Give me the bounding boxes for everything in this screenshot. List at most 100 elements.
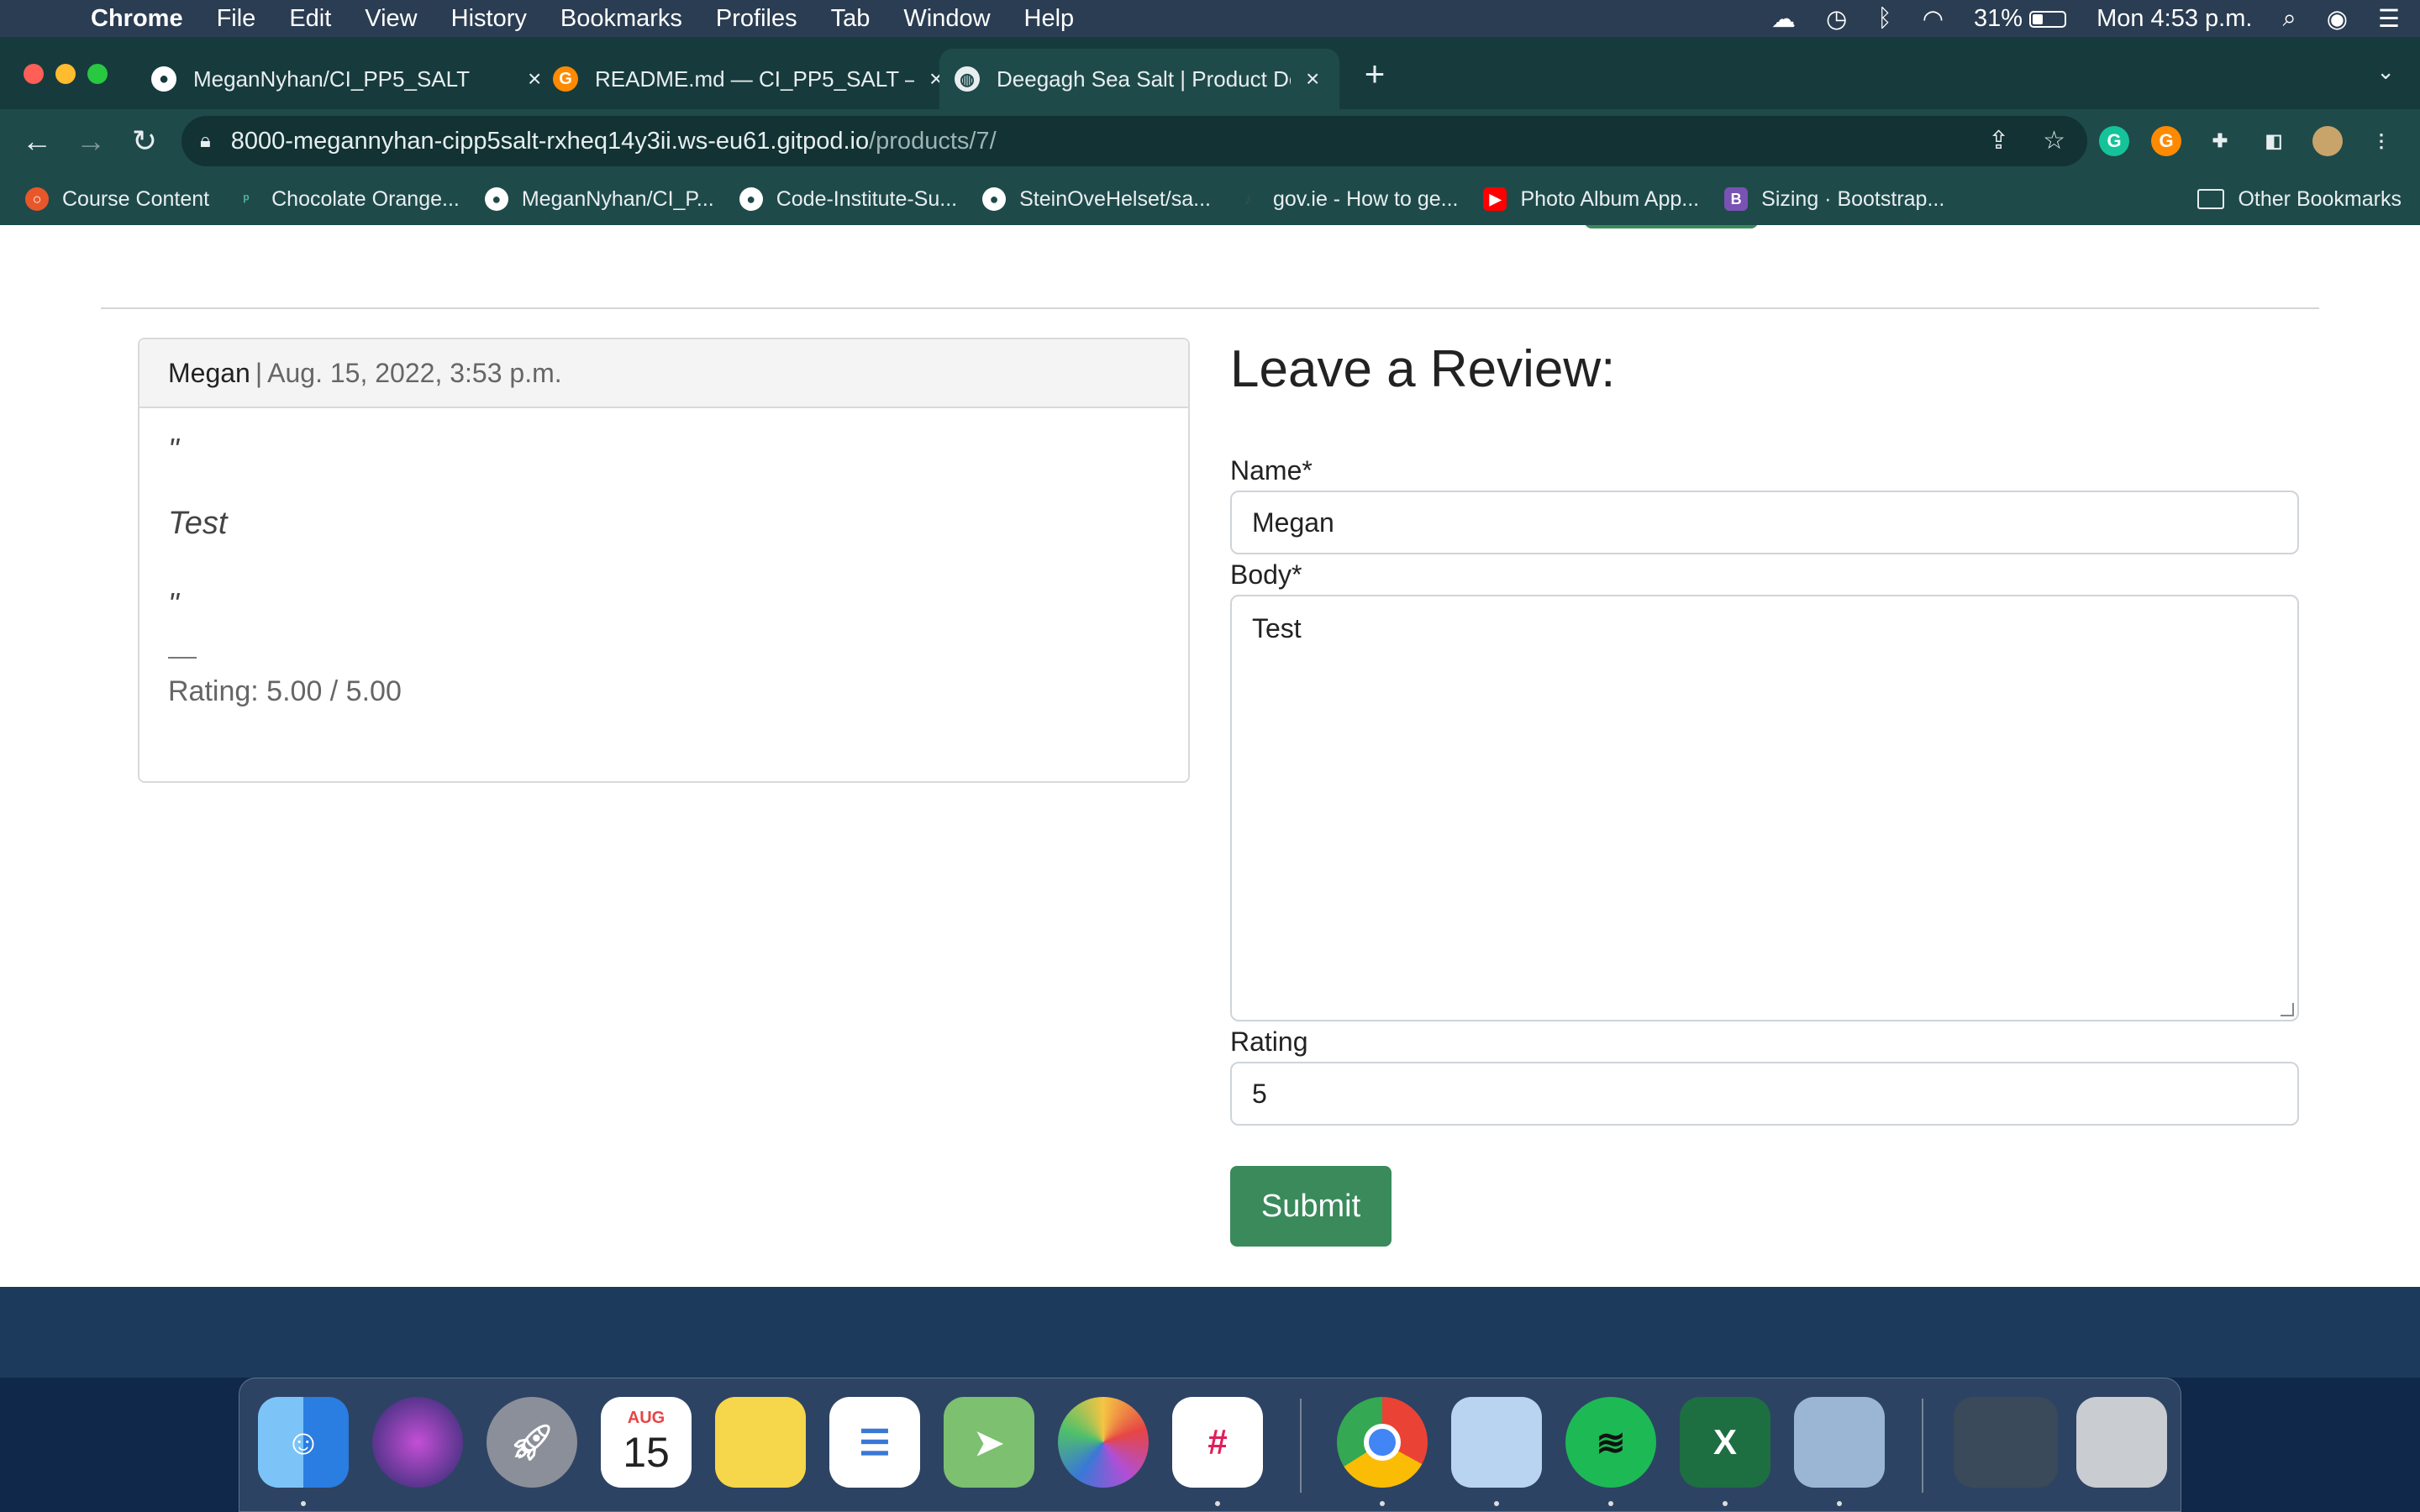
body-textarea[interactable]: Test [1230, 595, 2299, 1021]
bookmark-code-institute[interactable]: ● Code-Institute-Su... [739, 187, 957, 212]
side-panel-icon[interactable]: ◧ [2259, 126, 2289, 156]
body-textarea-value: Test [1252, 613, 1302, 643]
screenshot-icon[interactable] [1954, 1397, 2058, 1488]
address-bar[interactable]: 🔒︎ 8000-megannyhan-cipp5salt-rxheq14y3ii… [182, 116, 2087, 166]
harp-icon: ♪ [1244, 190, 1252, 207]
battery-status[interactable]: 31% [1974, 5, 2067, 33]
review-card-header: Megan | Aug. 15, 2022, 3:53 p.m. [139, 339, 1188, 408]
macos-menubar: Chrome File Edit View History Bookmarks … [0, 0, 2420, 37]
textarea-resize-handle[interactable] [2281, 1003, 2294, 1016]
siri-icon[interactable] [372, 1397, 463, 1488]
gitpod-extension-icon[interactable]: G [2151, 126, 2181, 156]
running-indicator [1608, 1501, 1613, 1506]
spotify-icon[interactable]: ≋ [1565, 1397, 1656, 1488]
share-icon[interactable]: ⇪ [1988, 126, 2009, 155]
menu-help[interactable]: Help [1024, 5, 1075, 33]
slack-icon[interactable]: # [1172, 1397, 1263, 1488]
grammarly-extension-icon[interactable]: G [2099, 126, 2129, 156]
running-indicator [1837, 1501, 1842, 1506]
tab-title: README.md — CI_PP5_SALT – [595, 66, 914, 92]
reminders-icon[interactable]: ☰ [829, 1397, 920, 1488]
tab-product-detail[interactable]: ◍ Deegagh Sea Salt | Product De × [939, 49, 1339, 109]
bookmark-gov-ie[interactable]: ♪ gov.ie - How to ge... [1236, 187, 1459, 212]
menu-clock[interactable]: Mon 4:53 p.m. [2096, 5, 2252, 33]
rating-input[interactable]: 5 [1230, 1062, 2299, 1126]
bookmark-bootstrap-sizing[interactable]: B Sizing · Bootstrap... [1724, 187, 1944, 212]
profile-avatar[interactable] [2312, 126, 2343, 156]
tab-search-chevron-icon[interactable]: ⌄ [2376, 59, 2395, 85]
bookmark-course-content[interactable]: ○ Course Content [25, 187, 209, 212]
menu-profiles[interactable]: Profiles [716, 5, 797, 33]
preview-icon[interactable] [1794, 1397, 1885, 1488]
bookmark-megannyhan[interactable]: ● MeganNyhan/CI_P... [484, 187, 714, 212]
excel-icon[interactable]: X [1680, 1397, 1770, 1488]
spotlight-search-icon[interactable]: ⌕ [2282, 5, 2296, 33]
wifi-icon[interactable]: ◠ [1923, 4, 1944, 34]
bookmark-chocolate-orange[interactable]: ᵖ Chocolate Orange... [234, 187, 460, 212]
maps-icon[interactable]: ➤ [944, 1397, 1034, 1488]
review-close-quote: " [168, 586, 179, 621]
name-input[interactable]: Megan [1230, 491, 2299, 554]
window-close-button[interactable] [24, 64, 44, 84]
tab-readme[interactable]: G README.md — CI_PP5_SALT – × [538, 49, 958, 109]
window-zoom-button[interactable] [87, 64, 108, 84]
github-icon: ● [739, 187, 763, 211]
review-open-quote: " [168, 432, 179, 466]
chrome-window-frame: ● MeganNyhan/CI_PP5_SALT × G README.md —… [0, 37, 2420, 225]
other-bookmarks-label: Other Bookmarks [2238, 186, 2402, 211]
running-indicator [1723, 1501, 1728, 1506]
menu-history[interactable]: History [451, 5, 527, 33]
tab-close-icon[interactable]: × [1306, 66, 1319, 92]
finder-icon[interactable]: ☺ [258, 1397, 349, 1488]
siri-menu-icon[interactable]: ◉ [2327, 4, 2348, 34]
control-center-icon[interactable]: ☰ [2378, 4, 2400, 34]
launchpad-icon[interactable]: 🚀︎ [487, 1397, 577, 1488]
time-machine-icon[interactable]: ◷ [1826, 4, 1847, 34]
dock-separator [1300, 1399, 1302, 1493]
course-icon: ○ [25, 187, 49, 211]
lock-icon[interactable]: 🔒︎ [200, 129, 211, 153]
new-tab-button[interactable]: + [1356, 55, 1393, 92]
notes-icon[interactable] [715, 1397, 806, 1488]
partially-visible-button[interactable] [1585, 225, 1758, 228]
forward-button[interactable]: → [72, 123, 109, 160]
reload-button[interactable]: ↻ [126, 123, 163, 160]
running-indicator [1380, 1501, 1385, 1506]
submit-button[interactable]: Submit [1230, 1166, 1392, 1247]
back-button[interactable]: ← [18, 123, 55, 160]
menu-bookmarks[interactable]: Bookmarks [560, 5, 682, 33]
github-icon: ● [151, 66, 176, 92]
bookmark-photo-album[interactable]: ▶ Photo Album App... [1483, 187, 1699, 212]
photos-icon[interactable] [1058, 1397, 1149, 1488]
calendar-icon[interactable]: AUG 15 [601, 1397, 692, 1488]
menu-app-name[interactable]: Chrome [91, 5, 183, 33]
name-label: Name* [1230, 455, 1313, 486]
other-bookmarks-folder[interactable]: Other Bookmarks [2197, 187, 2402, 212]
tab-strip: ● MeganNyhan/CI_PP5_SALT × G README.md —… [0, 37, 2420, 109]
tab-github-repo[interactable]: ● MeganNyhan/CI_PP5_SALT × [136, 49, 556, 109]
review-rating: Rating: 5.00 / 5.00 [168, 675, 402, 707]
chrome-icon[interactable] [1337, 1397, 1428, 1488]
menu-file[interactable]: File [217, 5, 256, 33]
bookmark-star-icon[interactable]: ☆ [2043, 126, 2065, 155]
menu-view[interactable]: View [365, 5, 417, 33]
bookmark-steinovehelset[interactable]: ● SteinOveHelset/sa... [982, 187, 1211, 212]
mail-stamp-icon[interactable] [1451, 1397, 1542, 1488]
menu-tab[interactable]: Tab [831, 5, 871, 33]
review-separator: | [255, 357, 263, 388]
creative-cloud-icon[interactable]: ☁ [1771, 4, 1796, 34]
menu-edit[interactable]: Edit [289, 5, 331, 33]
calendar-day: 15 [623, 1428, 670, 1476]
window-minimize-button[interactable] [55, 64, 76, 84]
bluetooth-icon[interactable]: ᛒ [1877, 5, 1891, 33]
tab-title: MeganNyhan/CI_PP5_SALT [193, 66, 471, 92]
dock-separator [1922, 1399, 1923, 1493]
running-indicator [1215, 1501, 1220, 1506]
extensions-puzzle-icon[interactable]: ✚ [2205, 126, 2235, 156]
body-label: Body* [1230, 559, 1302, 590]
review-body: Test [168, 506, 228, 541]
chrome-menu-icon[interactable]: ⋮ [2366, 126, 2396, 156]
menu-window[interactable]: Window [903, 5, 990, 33]
trash-icon[interactable] [2076, 1397, 2167, 1488]
bookmark-icon: ᵖ [243, 190, 250, 207]
